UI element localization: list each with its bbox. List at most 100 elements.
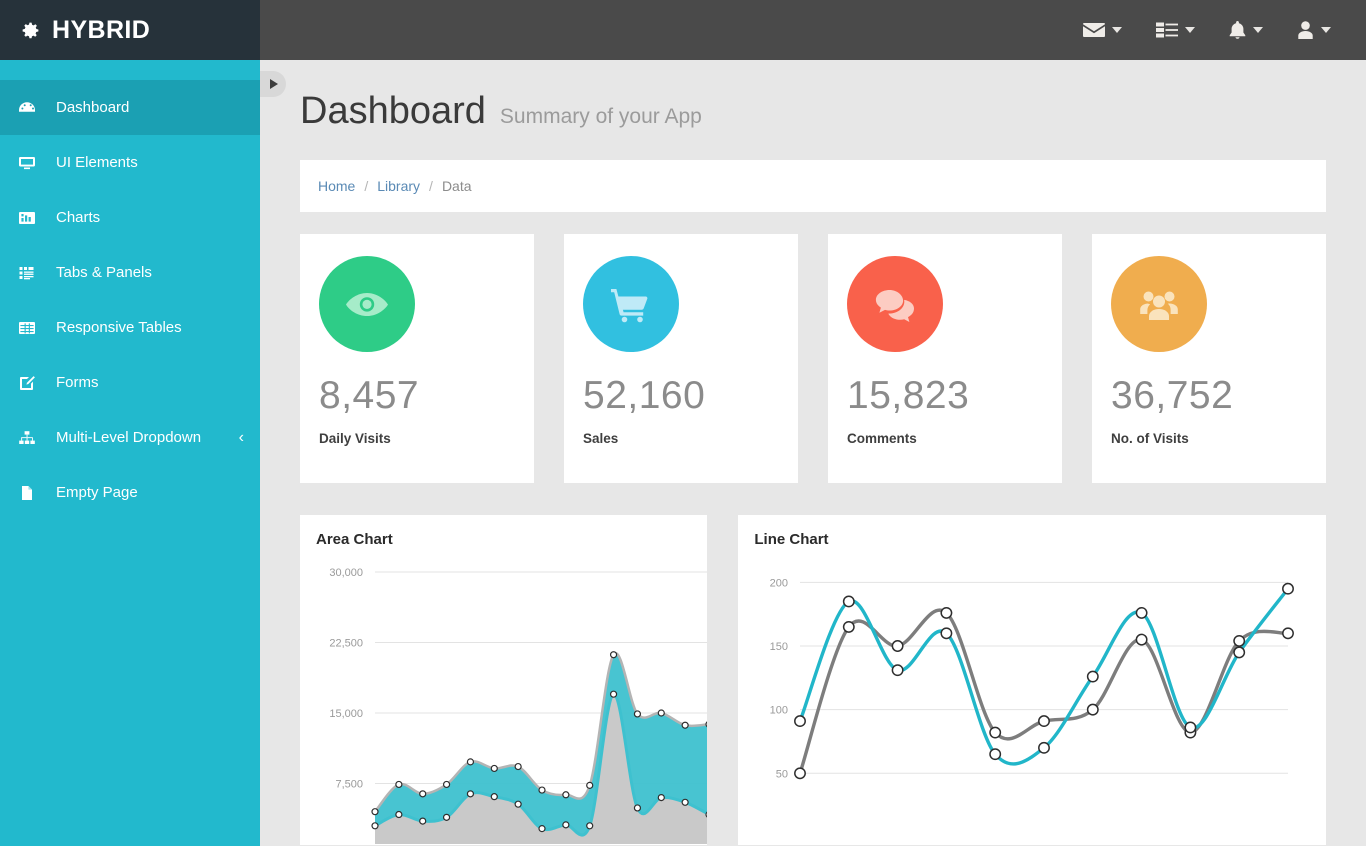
dashboard-page: HYBRID Dashboard UI Elements Charts Tabs… <box>0 0 1366 846</box>
messages-menu[interactable] <box>1066 0 1139 60</box>
notifications-menu[interactable] <box>1212 0 1280 60</box>
y-axis-tick-label: 15,000 <box>329 708 363 720</box>
chevron-down-icon <box>1112 27 1122 33</box>
stat-card: 36,752 No. of Visits <box>1092 234 1326 483</box>
table-icon <box>14 319 46 337</box>
line-chart-plot: 50 100 150 200 <box>770 577 1295 780</box>
sidebar-navigation: Dashboard UI Elements Charts Tabs & Panels R… <box>0 60 260 846</box>
sidebar-item-multi-level-dropdown[interactable]: Multi-Level Dropdown ‹ <box>0 410 260 465</box>
user-account-menu[interactable] <box>1280 0 1348 60</box>
y-axis-tick-label: 22,500 <box>329 638 363 650</box>
data-point-marker <box>442 813 451 821</box>
data-point-marker <box>490 764 498 773</box>
data-point-marker <box>1087 670 1100 683</box>
sidebar-item-label: Dashboard <box>56 99 130 116</box>
data-point-marker <box>562 821 570 829</box>
data-point-marker <box>1282 627 1295 640</box>
triangle-right-icon <box>270 79 278 89</box>
sidebar-item-label: UI Elements <box>56 154 138 171</box>
data-point-marker <box>657 709 665 717</box>
sidebar-toggle-button[interactable] <box>260 71 286 97</box>
area-chart-title: Area Chart <box>316 531 393 548</box>
sidebar-item-dashboard[interactable]: Dashboard <box>0 80 260 135</box>
desktop-icon <box>14 154 46 172</box>
top-navigation-bar: HYBRID <box>0 0 1366 60</box>
tasks-icon <box>1156 22 1178 38</box>
chevron-left-icon: ‹ <box>238 428 244 446</box>
stat-label: Comments <box>847 431 917 446</box>
bell-icon <box>1229 20 1246 39</box>
data-point-marker <box>843 620 856 633</box>
comments-icon-badge <box>847 256 943 352</box>
brand-logo[interactable]: HYBRID <box>0 0 260 60</box>
data-point-marker <box>633 804 642 812</box>
data-point-marker <box>395 810 403 819</box>
charts-row: Area Chart 7,500 15,000 22,500 30,000 Line … <box>300 515 1326 845</box>
data-point-marker <box>371 822 379 830</box>
data-point-marker <box>1136 633 1148 646</box>
user-icon <box>1298 21 1313 39</box>
data-point-marker <box>490 793 498 801</box>
sidebar-item-label: Charts <box>56 209 101 226</box>
data-point-marker <box>681 721 689 729</box>
stat-card: 52,160 Sales <box>564 234 798 483</box>
data-point-marker <box>586 822 594 830</box>
area-chart-card: Area Chart 7,500 15,000 22,500 30,000 <box>300 515 708 845</box>
y-axis-tick-label: 50 <box>776 768 788 780</box>
data-point-marker <box>1233 646 1246 659</box>
data-point-marker <box>794 767 807 780</box>
sidebar-item-forms[interactable]: Forms <box>0 355 260 410</box>
chevron-down-icon <box>1321 27 1331 33</box>
stat-value: 52,160 <box>583 374 706 417</box>
data-point-marker <box>1282 582 1295 595</box>
data-point-marker <box>419 817 427 825</box>
breadcrumb-item-library[interactable]: Library <box>377 178 420 194</box>
data-point-marker <box>705 811 708 818</box>
users-icon-badge <box>1111 256 1207 352</box>
sidebar-item-tabs-panels[interactable]: Tabs & Panels <box>0 245 260 300</box>
y-axis-tick-label: 100 <box>770 705 788 717</box>
page-subtitle: Summary of your App <box>499 105 702 128</box>
chevron-down-icon <box>1185 27 1195 33</box>
sidebar-item-label: Forms <box>56 374 99 391</box>
data-point-marker <box>892 640 904 652</box>
data-point-marker <box>609 651 618 659</box>
data-point-marker <box>794 715 807 728</box>
stat-label: No. of Visits <box>1111 431 1189 446</box>
data-point-marker <box>940 606 953 619</box>
breadcrumb-separator: / <box>364 178 369 194</box>
sidebar-item-empty-page[interactable]: Empty Page <box>0 465 260 520</box>
sidebar-item-ui-elements[interactable]: UI Elements <box>0 135 260 190</box>
breadcrumb-item-home[interactable]: Home <box>318 178 355 194</box>
area-chart-plot: 7,500 15,000 22,500 30,000 <box>329 567 708 844</box>
stat-card: 8,457 Daily Visits <box>300 234 534 483</box>
data-point-marker <box>633 710 642 718</box>
sidebar-menu: Dashboard UI Elements Charts Tabs & Panels R… <box>0 80 260 520</box>
edit-icon <box>14 374 46 392</box>
data-point-marker <box>1184 721 1197 734</box>
data-point-marker <box>538 786 546 794</box>
tasks-menu[interactable] <box>1139 0 1212 60</box>
bar-chart-icon <box>14 209 46 227</box>
sidebar-item-responsive-tables[interactable]: Responsive Tables <box>0 300 260 355</box>
stat-value: 8,457 <box>319 374 420 417</box>
data-point-marker <box>657 794 665 802</box>
sitemap-icon <box>14 429 46 447</box>
chevron-down-icon <box>1253 27 1263 33</box>
stat-label: Sales <box>583 431 619 446</box>
data-point-marker <box>843 595 856 608</box>
data-point-marker <box>514 800 522 808</box>
line-chart-title: Line Chart <box>754 531 829 548</box>
line-series-path <box>798 587 1291 766</box>
data-point-marker <box>989 726 1002 739</box>
line-chart-card: Line Chart 50 100 150 200 <box>738 515 1326 845</box>
y-axis-tick-label: 7,500 <box>335 779 363 791</box>
data-point-marker <box>562 791 570 799</box>
sidebar-item-label: Empty Page <box>56 484 138 501</box>
stat-label: Daily Visits <box>319 431 391 446</box>
main-content: Dashboard Summary of your App Home / Lib… <box>260 60 1366 846</box>
data-point-marker <box>1136 606 1148 619</box>
sidebar-item-charts[interactable]: Charts <box>0 190 260 245</box>
page-title: Dashboard <box>300 90 486 132</box>
envelope-icon <box>1083 23 1105 37</box>
